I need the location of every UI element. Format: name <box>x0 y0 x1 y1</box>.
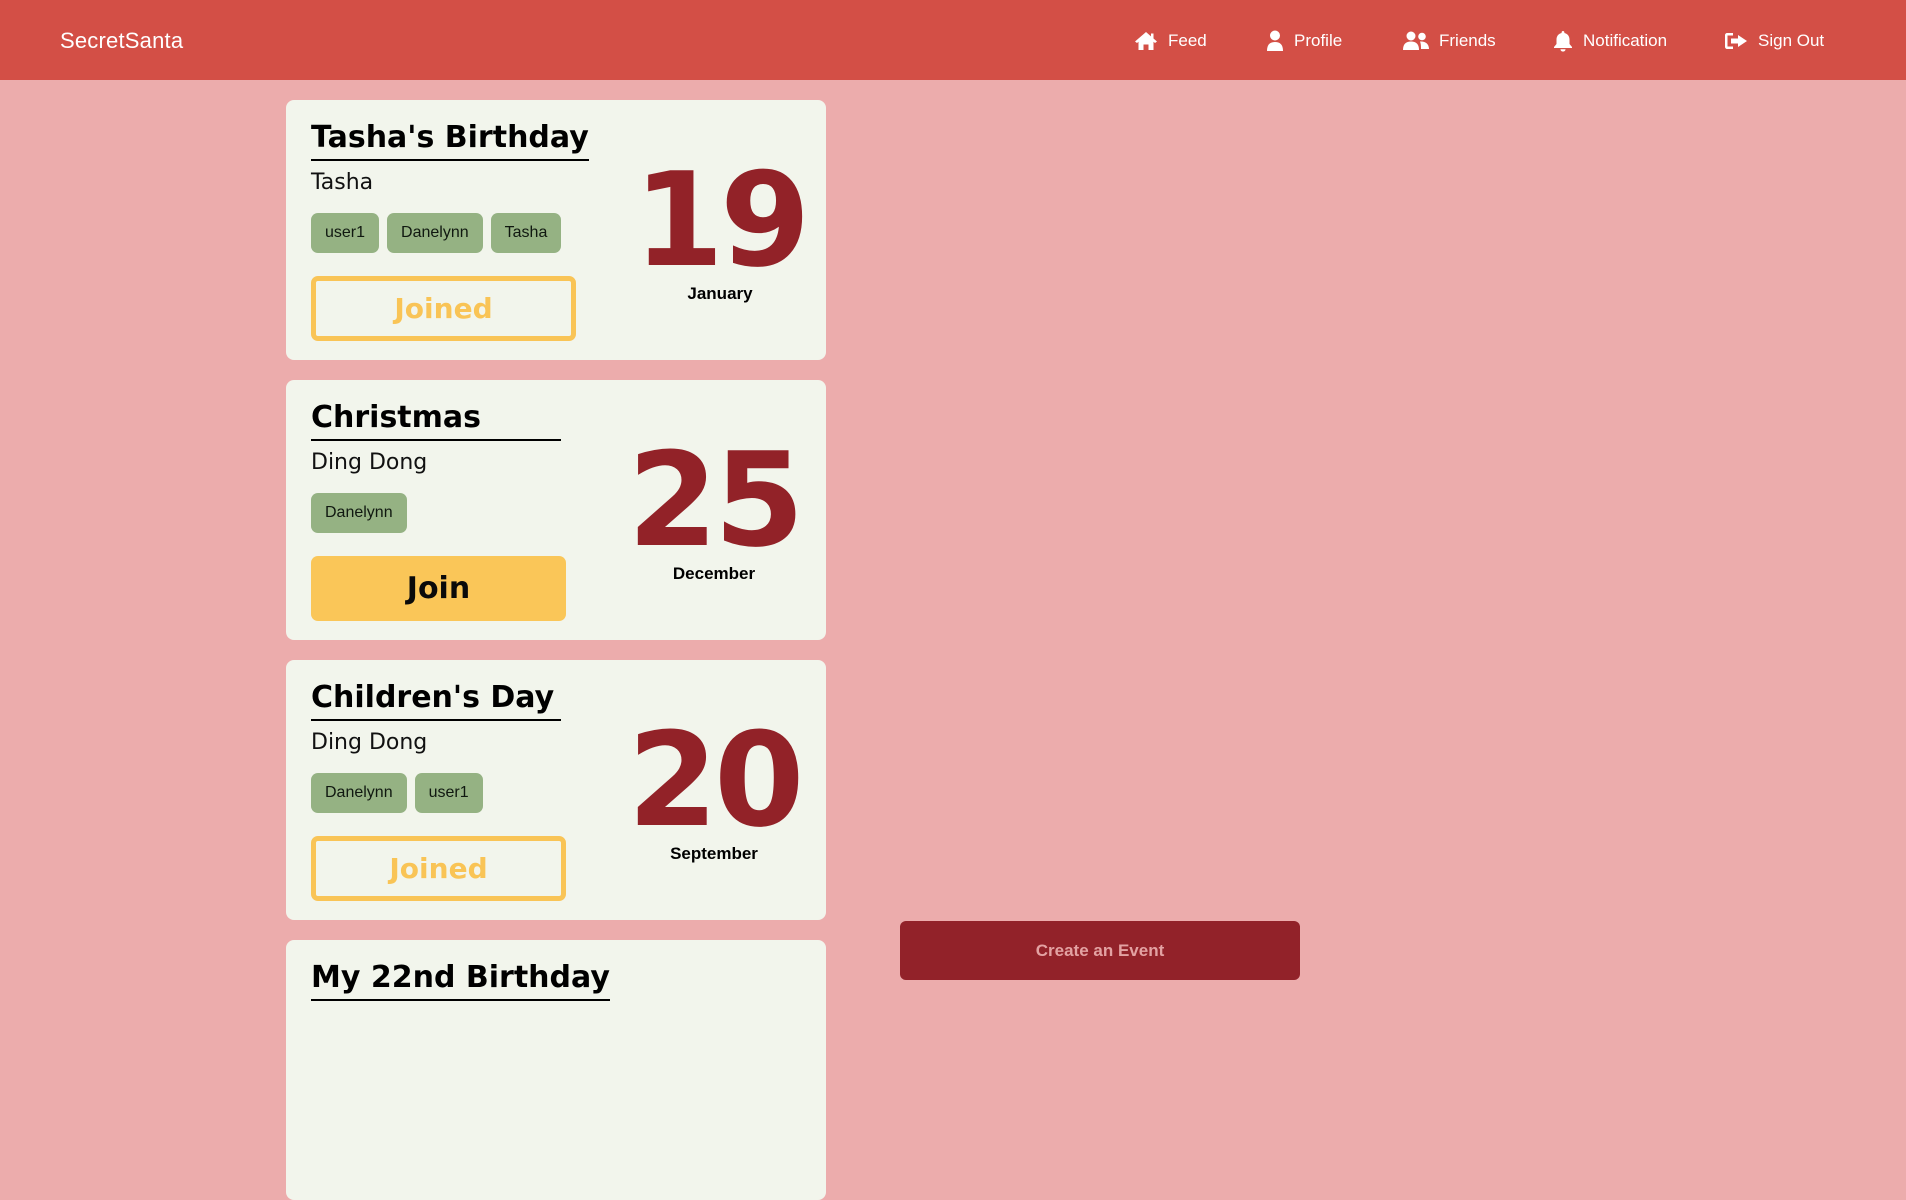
event-title: My 22nd Birthday <box>311 960 610 1001</box>
nav-label-notification: Notification <box>1583 31 1668 50</box>
event-host: Tasha <box>311 170 374 195</box>
participant-tag: user1 <box>414 773 483 813</box>
nav-item-notification[interactable]: Notification <box>1553 28 1667 54</box>
event-day: 20 <box>627 704 805 856</box>
nav-label-sign-out: Sign Out <box>1758 31 1825 50</box>
nav-label-friends: Friends <box>1439 31 1496 50</box>
event-date: 19 January <box>630 144 811 304</box>
nav-item-sign-out[interactable]: Sign Out <box>1724 28 1824 54</box>
nav-label-feed: Feed <box>1168 31 1207 50</box>
joined-button[interactable]: Joined <box>311 836 566 901</box>
nav-item-friends[interactable]: Friends <box>1403 28 1496 54</box>
joined-button[interactable]: Joined <box>311 276 576 341</box>
event-day: 19 <box>633 144 811 296</box>
participant-list: user1 Danelynn Tasha <box>311 213 562 253</box>
event-title: Children's Day <box>311 680 561 721</box>
sign-out-icon <box>1725 33 1747 49</box>
event-date: 25 December <box>624 424 805 584</box>
home-icon <box>1135 32 1157 50</box>
user-icon <box>1267 30 1283 51</box>
create-event-button[interactable]: Create an Event <box>900 921 1300 980</box>
participant-list: Danelynn <box>311 493 407 533</box>
event-day: 25 <box>627 424 805 576</box>
event-card: Tasha's Birthday Tasha user1 Danelynn Ta… <box>286 100 826 360</box>
nav-item-profile[interactable]: Profile <box>1266 28 1342 54</box>
participant-list: Danelynn user1 <box>311 773 483 813</box>
brand-logo[interactable]: SecretSanta <box>60 28 183 54</box>
nav-label-profile: Profile <box>1294 31 1343 50</box>
participant-tag: user1 <box>311 213 380 253</box>
event-card: Christmas Ding Dong Danelynn Join 25 Dec… <box>286 380 826 640</box>
top-navbar: SecretSanta Feed Profile Friends Notific… <box>0 0 1906 80</box>
participant-tag: Danelynn <box>387 213 483 253</box>
event-host: Ding Dong <box>311 730 428 755</box>
event-date: 20 September <box>624 704 805 864</box>
join-button[interactable]: Join <box>311 556 566 621</box>
users-icon <box>1403 31 1429 50</box>
bell-icon <box>1554 31 1572 52</box>
event-card: My 22nd Birthday <box>286 940 826 1200</box>
event-host: Ding Dong <box>311 450 428 475</box>
participant-tag: Danelynn <box>311 493 407 533</box>
event-title: Christmas <box>311 400 561 441</box>
participant-tag: Tasha <box>490 213 562 253</box>
nav-item-feed[interactable]: Feed <box>1134 28 1207 54</box>
event-title: Tasha's Birthday <box>311 120 589 161</box>
event-card: Children's Day Ding Dong Danelynn user1 … <box>286 660 826 920</box>
participant-tag: Danelynn <box>311 773 407 813</box>
